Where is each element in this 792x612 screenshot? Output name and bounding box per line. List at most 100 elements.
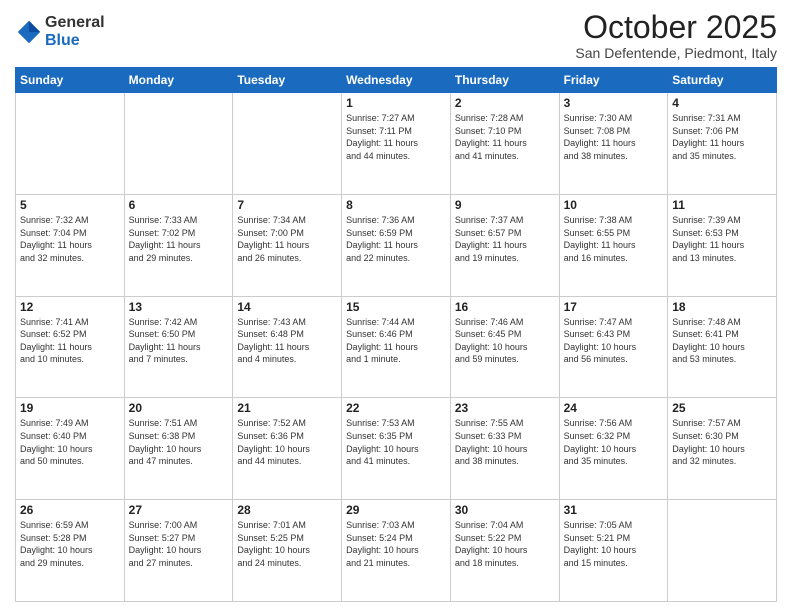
table-row: 25 Sunrise: 7:57 AM Sunset: 6:30 PM Dayli…: [668, 398, 777, 500]
col-thursday: Thursday: [450, 68, 559, 93]
table-row: 29 Sunrise: 7:03 AM Sunset: 5:24 PM Dayli…: [342, 500, 451, 602]
day-number: 28: [237, 503, 337, 517]
day-number: 31: [564, 503, 664, 517]
day-info: Sunrise: 7:56 AM Sunset: 6:32 PM Dayligh…: [564, 417, 664, 467]
day-number: 16: [455, 300, 555, 314]
table-row: 27 Sunrise: 7:00 AM Sunset: 5:27 PM Dayli…: [124, 500, 233, 602]
day-info: Sunrise: 7:34 AM Sunset: 7:00 PM Dayligh…: [237, 214, 337, 264]
day-info: Sunrise: 7:05 AM Sunset: 5:21 PM Dayligh…: [564, 519, 664, 569]
table-row: 17Sunrise: 7:47 AM Sunset: 6:43 PM Dayli…: [559, 296, 668, 398]
table-row: 7 Sunrise: 7:34 AM Sunset: 7:00 PM Daylig…: [233, 194, 342, 296]
day-info: Sunrise: 7:52 AM Sunset: 6:36 PM Dayligh…: [237, 417, 337, 467]
day-info: Sunrise: 7:51 AM Sunset: 6:38 PM Dayligh…: [129, 417, 229, 467]
day-info: Sunrise: 7:48 AM Sunset: 6:41 PM Dayligh…: [672, 316, 772, 366]
day-number: 12: [20, 300, 120, 314]
table-row: 16 Sunrise: 7:46 AM Sunset: 6:45 PM Dayli…: [450, 296, 559, 398]
day-number: 13: [129, 300, 229, 314]
day-info: Sunrise: 7:31 AM Sunset: 7:06 PM Dayligh…: [672, 112, 772, 162]
day-info: Sunrise: 7:57 AM Sunset: 6:30 PM Dayligh…: [672, 417, 772, 467]
page: General Blue October 2025 San Defentende…: [0, 0, 792, 612]
table-row: 13 Sunrise: 7:42 AM Sunset: 6:50 PM Dayli…: [124, 296, 233, 398]
table-row: 31 Sunrise: 7:05 AM Sunset: 5:21 PM Dayli…: [559, 500, 668, 602]
day-info: Sunrise: 7:33 AM Sunset: 7:02 PM Dayligh…: [129, 214, 229, 264]
col-monday: Monday: [124, 68, 233, 93]
header: General Blue October 2025 San Defentende…: [15, 10, 777, 61]
day-number: 20: [129, 401, 229, 415]
day-number: 11: [672, 198, 772, 212]
table-row: [124, 93, 233, 195]
day-number: 2: [455, 96, 555, 110]
day-number: 7: [237, 198, 337, 212]
day-info: Sunrise: 7:49 AM Sunset: 6:40 PM Dayligh…: [20, 417, 120, 467]
day-number: 27: [129, 503, 229, 517]
day-info: Sunrise: 6:59 AM Sunset: 5:28 PM Dayligh…: [20, 519, 120, 569]
title-block: October 2025 San Defentende, Piedmont, I…: [575, 10, 777, 61]
day-info: Sunrise: 7:38 AM Sunset: 6:55 PM Dayligh…: [564, 214, 664, 264]
day-number: 29: [346, 503, 446, 517]
day-number: 3: [564, 96, 664, 110]
table-row: 1 Sunrise: 7:27 AM Sunset: 7:11 PM Daylig…: [342, 93, 451, 195]
table-row: 5 Sunrise: 7:32 AM Sunset: 7:04 PM Daylig…: [16, 194, 125, 296]
logo-icon: [15, 18, 43, 46]
table-row: 3 Sunrise: 7:30 AM Sunset: 7:08 PM Daylig…: [559, 93, 668, 195]
table-row: 12Sunrise: 7:41 AM Sunset: 6:52 PM Dayli…: [16, 296, 125, 398]
day-info: Sunrise: 7:30 AM Sunset: 7:08 PM Dayligh…: [564, 112, 664, 162]
day-info: Sunrise: 7:39 AM Sunset: 6:53 PM Dayligh…: [672, 214, 772, 264]
day-number: 15: [346, 300, 446, 314]
day-info: Sunrise: 7:42 AM Sunset: 6:50 PM Dayligh…: [129, 316, 229, 366]
table-row: [16, 93, 125, 195]
day-number: 5: [20, 198, 120, 212]
day-info: Sunrise: 7:32 AM Sunset: 7:04 PM Dayligh…: [20, 214, 120, 264]
day-number: 6: [129, 198, 229, 212]
logo: General Blue: [15, 14, 105, 49]
day-info: Sunrise: 7:43 AM Sunset: 6:48 PM Dayligh…: [237, 316, 337, 366]
table-row: 18 Sunrise: 7:48 AM Sunset: 6:41 PM Dayli…: [668, 296, 777, 398]
table-row: 20 Sunrise: 7:51 AM Sunset: 6:38 PM Dayli…: [124, 398, 233, 500]
day-info: Sunrise: 7:28 AM Sunset: 7:10 PM Dayligh…: [455, 112, 555, 162]
day-info: Sunrise: 7:47 AM Sunset: 6:43 PM Dayligh…: [564, 316, 664, 366]
table-row: 28 Sunrise: 7:01 AM Sunset: 5:25 PM Dayli…: [233, 500, 342, 602]
day-info: Sunrise: 7:27 AM Sunset: 7:11 PM Dayligh…: [346, 112, 446, 162]
table-row: 19Sunrise: 7:49 AM Sunset: 6:40 PM Dayli…: [16, 398, 125, 500]
day-info: Sunrise: 7:00 AM Sunset: 5:27 PM Dayligh…: [129, 519, 229, 569]
col-tuesday: Tuesday: [233, 68, 342, 93]
table-row: [233, 93, 342, 195]
table-row: 10Sunrise: 7:38 AM Sunset: 6:55 PM Dayli…: [559, 194, 668, 296]
col-friday: Friday: [559, 68, 668, 93]
col-wednesday: Wednesday: [342, 68, 451, 93]
col-sunday: Sunday: [16, 68, 125, 93]
table-row: [668, 500, 777, 602]
logo-general-text: General: [45, 14, 105, 32]
day-number: 26: [20, 503, 120, 517]
table-row: 21Sunrise: 7:52 AM Sunset: 6:36 PM Dayli…: [233, 398, 342, 500]
col-saturday: Saturday: [668, 68, 777, 93]
day-number: 1: [346, 96, 446, 110]
day-info: Sunrise: 7:36 AM Sunset: 6:59 PM Dayligh…: [346, 214, 446, 264]
logo-blue-text: Blue: [45, 32, 105, 50]
table-row: 24 Sunrise: 7:56 AM Sunset: 6:32 PM Dayli…: [559, 398, 668, 500]
day-info: Sunrise: 7:01 AM Sunset: 5:25 PM Dayligh…: [237, 519, 337, 569]
day-number: 14: [237, 300, 337, 314]
day-number: 24: [564, 401, 664, 415]
calendar-week-row: 5 Sunrise: 7:32 AM Sunset: 7:04 PM Daylig…: [16, 194, 777, 296]
table-row: 9Sunrise: 7:37 AM Sunset: 6:57 PM Daylig…: [450, 194, 559, 296]
calendar-week-row: 19Sunrise: 7:49 AM Sunset: 6:40 PM Dayli…: [16, 398, 777, 500]
table-row: 8Sunrise: 7:36 AM Sunset: 6:59 PM Daylig…: [342, 194, 451, 296]
table-row: 23Sunrise: 7:55 AM Sunset: 6:33 PM Dayli…: [450, 398, 559, 500]
day-info: Sunrise: 7:03 AM Sunset: 5:24 PM Dayligh…: [346, 519, 446, 569]
day-number: 4: [672, 96, 772, 110]
table-row: 6 Sunrise: 7:33 AM Sunset: 7:02 PM Daylig…: [124, 194, 233, 296]
table-row: 15Sunrise: 7:44 AM Sunset: 6:46 PM Dayli…: [342, 296, 451, 398]
day-number: 18: [672, 300, 772, 314]
table-row: 22 Sunrise: 7:53 AM Sunset: 6:35 PM Dayli…: [342, 398, 451, 500]
calendar-week-row: 12Sunrise: 7:41 AM Sunset: 6:52 PM Dayli…: [16, 296, 777, 398]
day-number: 22: [346, 401, 446, 415]
day-info: Sunrise: 7:04 AM Sunset: 5:22 PM Dayligh…: [455, 519, 555, 569]
calendar-week-row: 1 Sunrise: 7:27 AM Sunset: 7:11 PM Daylig…: [16, 93, 777, 195]
calendar-table: Sunday Monday Tuesday Wednesday Thursday…: [15, 67, 777, 602]
day-info: Sunrise: 7:46 AM Sunset: 6:45 PM Dayligh…: [455, 316, 555, 366]
day-info: Sunrise: 7:53 AM Sunset: 6:35 PM Dayligh…: [346, 417, 446, 467]
table-row: 2 Sunrise: 7:28 AM Sunset: 7:10 PM Daylig…: [450, 93, 559, 195]
day-number: 23: [455, 401, 555, 415]
day-number: 25: [672, 401, 772, 415]
